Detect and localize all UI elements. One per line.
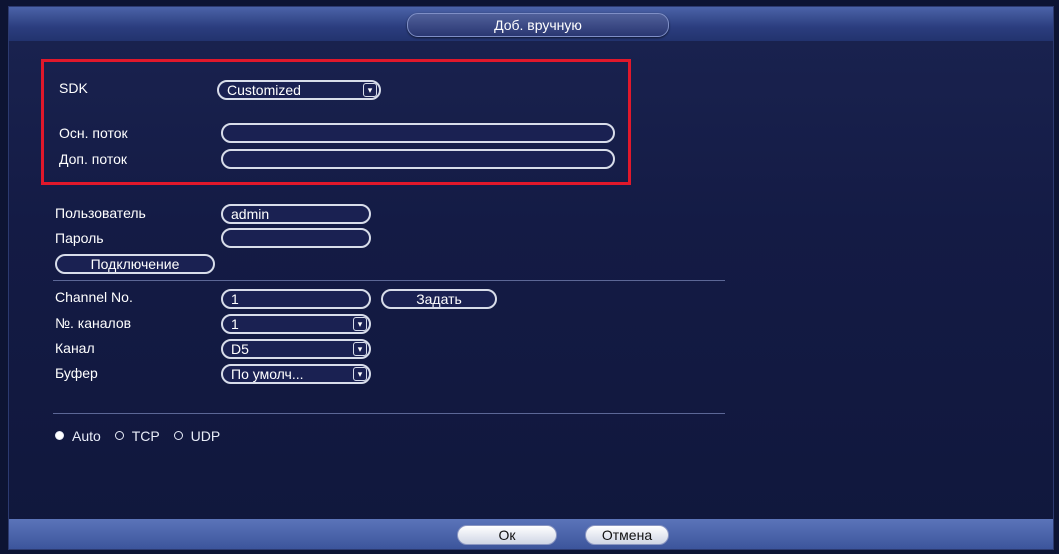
sub-stream-input[interactable] bbox=[221, 149, 615, 169]
cancel-button[interactable]: Отмена bbox=[585, 525, 669, 545]
divider bbox=[53, 413, 725, 414]
title-bar: Доб. вручную bbox=[9, 7, 1053, 41]
radio-dot-icon bbox=[114, 431, 124, 440]
password-input[interactable] bbox=[221, 228, 371, 248]
channel-no-label: Channel No. bbox=[55, 289, 133, 305]
set-button[interactable]: Задать bbox=[381, 289, 497, 309]
sdk-select[interactable]: Customized ▾ bbox=[217, 80, 381, 100]
password-label: Пароль bbox=[55, 230, 104, 246]
channel-label: Канал bbox=[55, 340, 95, 356]
main-stream-input[interactable] bbox=[221, 123, 615, 143]
buffer-select[interactable]: По умолч... ▾ bbox=[221, 364, 371, 384]
channel-count-value: 1 bbox=[231, 316, 239, 332]
chevron-down-icon: ▾ bbox=[363, 83, 377, 97]
connect-button[interactable]: Подключение bbox=[55, 254, 215, 274]
radio-dot-icon bbox=[173, 431, 183, 440]
radio-udp-label: UDP bbox=[190, 427, 221, 444]
radio-tcp-label: TCP bbox=[131, 427, 160, 444]
radio-auto-label: Auto bbox=[72, 427, 101, 444]
channel-count-label: №. каналов bbox=[55, 315, 132, 331]
divider bbox=[53, 280, 725, 281]
main-stream-label: Осн. поток bbox=[59, 125, 128, 141]
chevron-down-icon: ▾ bbox=[353, 367, 367, 381]
channel-no-input[interactable]: 1 bbox=[221, 289, 371, 309]
buffer-label: Буфер bbox=[55, 365, 98, 381]
user-label: Пользователь bbox=[55, 205, 146, 221]
ok-button[interactable]: Ок bbox=[457, 525, 557, 545]
channel-value: D5 bbox=[231, 341, 249, 357]
channel-count-select[interactable]: 1 ▾ bbox=[221, 314, 371, 334]
radio-auto[interactable]: Auto bbox=[55, 428, 101, 444]
protocol-radio-group: Auto TCP UDP bbox=[55, 427, 230, 444]
buffer-value: По умолч... bbox=[231, 366, 304, 382]
sub-stream-label: Доп. поток bbox=[59, 151, 128, 167]
chevron-down-icon: ▾ bbox=[353, 317, 367, 331]
user-input[interactable]: admin bbox=[221, 204, 371, 224]
radio-dot-icon bbox=[55, 431, 64, 440]
radio-tcp[interactable]: TCP bbox=[114, 427, 160, 444]
dialog-title: Доб. вручную bbox=[407, 13, 669, 37]
chevron-down-icon: ▾ bbox=[353, 342, 367, 356]
add-device-dialog: Доб. вручную SDK Customized ▾ Осн. поток… bbox=[8, 6, 1054, 550]
sdk-label: SDK bbox=[59, 80, 88, 96]
channel-select[interactable]: D5 ▾ bbox=[221, 339, 371, 359]
footer-bar: Ок Отмена bbox=[9, 519, 1053, 549]
sdk-value: Customized bbox=[227, 82, 301, 98]
radio-udp[interactable]: UDP bbox=[173, 427, 221, 444]
